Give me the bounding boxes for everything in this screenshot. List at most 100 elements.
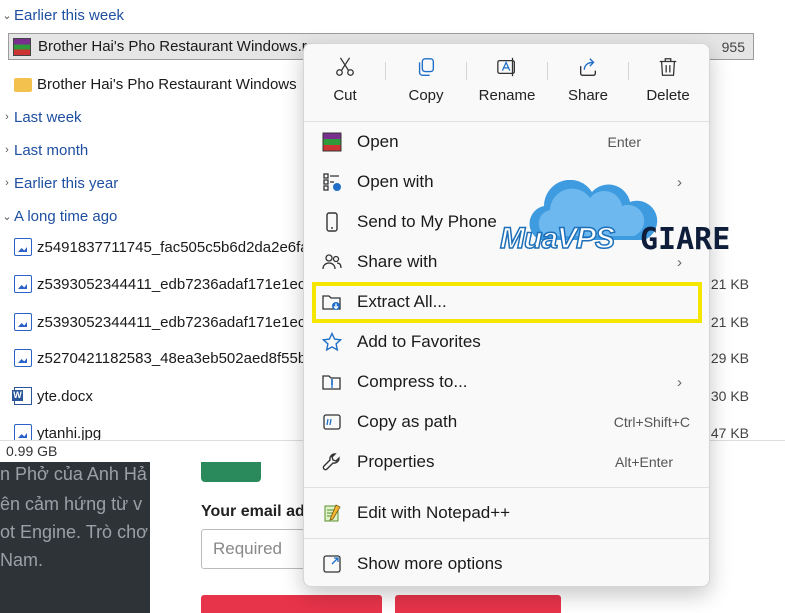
image-file-icon	[14, 424, 32, 440]
winrar-icon	[321, 131, 343, 153]
file-size: 21 KB	[710, 276, 749, 292]
wrench-icon	[321, 451, 343, 473]
star-icon	[321, 331, 343, 353]
webpage-text-line: ot Engine. Trò chơ	[0, 522, 148, 542]
rename-label: Rename	[478, 87, 536, 104]
group-a-long-time-ago[interactable]: ⌄ A long time ago	[0, 204, 117, 228]
webpage-dark-panel: n Phở của Anh Hả ên cảm hứng từ v ot Eng…	[0, 462, 150, 613]
menu-item-shortcut: Enter	[607, 134, 641, 150]
file-size: 29 KB	[710, 350, 749, 366]
file-name: Brother Hai's Pho Restaurant Windows	[37, 75, 297, 93]
menu-separator	[304, 487, 709, 488]
rename-icon	[497, 57, 515, 77]
menu-item-edit-notepad-plus-plus[interactable]: Edit with Notepad++	[312, 495, 702, 531]
menu-item-label: Show more options	[357, 554, 503, 573]
file-name: Brother Hai's Pho Restaurant Windows.ra	[38, 38, 316, 55]
group-label: A long time ago	[14, 207, 118, 225]
file-size: 30 KB	[710, 388, 749, 404]
webpage-text-line: Nam.	[0, 550, 44, 570]
share-with-icon	[321, 251, 343, 273]
phone-icon	[321, 211, 343, 233]
file-name: z5393052344411_edb7236adaf171e1ecc	[37, 275, 313, 293]
notepad-plus-plus-icon	[321, 502, 343, 524]
extract-all-highlight-box	[312, 282, 702, 323]
file-size: 21 KB	[710, 314, 749, 330]
copy-path-icon	[321, 411, 343, 433]
group-earlier-this-year[interactable]: › Earlier this year	[0, 171, 118, 195]
word-document-icon	[12, 387, 32, 405]
group-label: Earlier this week	[14, 6, 125, 24]
muavpsgiare-watermark-logo: MuaVPS GIARE	[490, 180, 740, 270]
chevron-down-icon: ⌄	[2, 210, 12, 223]
menu-item-label: Open	[357, 132, 399, 151]
menu-item-shortcut: Ctrl+Shift+C	[613, 414, 690, 430]
chevron-right-icon: ›	[5, 177, 9, 189]
delete-button[interactable]: Delete	[628, 56, 708, 112]
menu-item-add-to-favorites[interactable]: Add to Favorites	[312, 324, 702, 360]
file-name: ytanhi.jpg	[37, 424, 102, 441]
menu-item-label: Send to My Phone	[357, 212, 497, 231]
rename-button[interactable]: Rename	[467, 56, 547, 112]
menu-separator	[304, 121, 709, 122]
chevron-down-icon: ⌄	[2, 9, 12, 22]
menu-item-label: Edit with Notepad++	[357, 503, 511, 522]
chevron-right-icon: ›	[5, 144, 9, 156]
menu-item-copy-as-path[interactable]: Copy as path Ctrl+Shift+C	[312, 404, 702, 440]
status-bar-size: 0.99 GB	[6, 443, 58, 459]
copy-icon	[418, 58, 435, 76]
cut-label: Cut	[333, 87, 357, 104]
group-earlier-this-week[interactable]: ⌄ Earlier this week	[0, 3, 124, 27]
webpage-text-line: n Phở của Anh Hả	[0, 464, 147, 484]
menu-item-label: Copy as path	[357, 412, 458, 431]
watermark-text-primary: MuaVPS	[499, 221, 616, 256]
chevron-right-icon: ›	[677, 373, 682, 391]
share-icon	[579, 58, 597, 76]
menu-item-properties[interactable]: Properties Alt+Enter	[312, 444, 702, 480]
share-label: Share	[567, 87, 609, 104]
webpage-text-line: ên cảm hứng từ v	[0, 494, 143, 514]
group-label: Last month	[14, 141, 89, 159]
group-label: Last week	[14, 108, 82, 126]
menu-item-open[interactable]: Open Enter	[312, 124, 702, 160]
copy-label: Copy	[408, 87, 444, 104]
file-name: yte.docx	[37, 387, 93, 405]
delete-label: Delete	[646, 87, 690, 104]
scissors-icon	[336, 57, 354, 76]
menu-item-shortcut: Alt+Enter	[615, 454, 673, 470]
image-file-icon	[14, 349, 32, 367]
menu-item-compress-to[interactable]: Compress to... ›	[312, 364, 702, 400]
share-button[interactable]: Share	[548, 56, 628, 112]
menu-item-label: Add to Favorites	[357, 332, 481, 351]
context-menu-quick-actions: Cut Copy Rename Share Delete	[304, 44, 709, 120]
menu-item-label: Open with	[357, 172, 434, 191]
image-file-icon	[14, 238, 32, 256]
folder-icon	[14, 78, 32, 92]
menu-item-label: Share with	[357, 252, 438, 271]
image-file-icon	[14, 313, 32, 331]
image-file-icon	[14, 275, 32, 293]
compress-icon	[321, 371, 343, 393]
cut-button[interactable]: Cut	[305, 56, 385, 112]
group-label: Earlier this year	[14, 174, 119, 192]
file-size: 47 KB	[710, 425, 749, 440]
file-name: z5270421182583_48ea3eb502aed8f55be	[37, 349, 315, 367]
menu-item-label: Properties	[357, 452, 435, 471]
group-last-month[interactable]: › Last month	[0, 138, 88, 162]
webpage-red-button[interactable]	[201, 595, 382, 613]
webpage-red-button[interactable]	[395, 595, 561, 613]
open-with-icon	[321, 171, 343, 193]
trash-icon	[659, 58, 677, 76]
file-name: z5393052344411_edb7236adaf171e1ecc	[37, 313, 313, 331]
file-size: 955	[721, 38, 745, 55]
group-last-week[interactable]: › Last week	[0, 105, 82, 129]
menu-separator	[304, 538, 709, 539]
file-name: z5491837711745_fac505c5b6d2da2e6fa	[37, 238, 309, 256]
email-label: Your email add	[201, 503, 315, 520]
menu-item-show-more-options[interactable]: Show more options	[312, 546, 702, 582]
show-more-icon	[321, 553, 343, 575]
menu-item-label: Compress to...	[357, 372, 468, 391]
copy-button[interactable]: Copy	[386, 56, 466, 112]
winrar-archive-icon	[13, 37, 31, 56]
webpage-green-button[interactable]	[201, 462, 261, 482]
chevron-right-icon: ›	[5, 111, 9, 123]
